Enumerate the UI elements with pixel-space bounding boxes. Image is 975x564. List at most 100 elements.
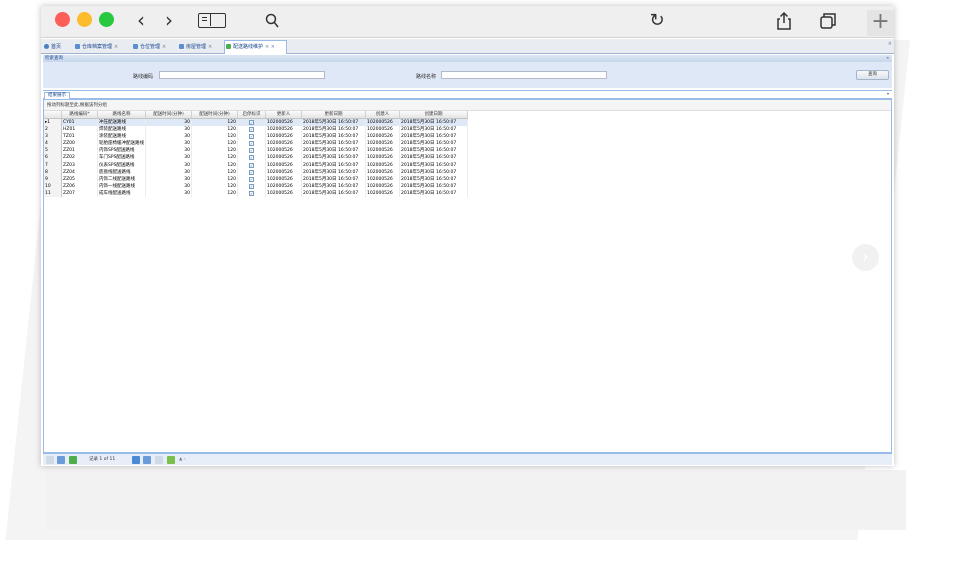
table-row[interactable]: 2 HZ01 焊装配送路线 30 120 ✓ 102000526 2018年5月30日 16:… — [44, 126, 468, 134]
cell-enabled-flag[interactable]: ✓ — [238, 168, 266, 176]
column-header-row-number[interactable] — [44, 111, 62, 118]
checkbox-icon[interactable]: ✓ — [249, 190, 254, 196]
cell-return-time: 120 — [192, 189, 238, 198]
cell-enabled-flag[interactable]: ✓ — [238, 147, 266, 155]
forward-icon[interactable]: › — [159, 10, 179, 30]
cell-updated-by: 102000526 — [266, 133, 302, 141]
checkbox-icon[interactable]: ✓ — [249, 120, 254, 125]
cell-row-number: 8 — [44, 168, 62, 176]
column-header-enabled-flag[interactable]: 启停标识 — [238, 111, 266, 118]
pager-arrows[interactable]: ▲ ‹ — [179, 457, 186, 462]
minimize-window-button[interactable] — [77, 12, 92, 27]
cell-enabled-flag[interactable]: ✓ — [238, 154, 266, 162]
tab-delivery-route[interactable]: 配送路线维护 × × — [224, 40, 287, 54]
column-header-delivery-time[interactable]: 配送时间(分钟) — [146, 111, 192, 118]
table-row[interactable]: 10 ZZ06 内饰一线配送路线 30 120 ✓ 102000526 2018年5月30日 … — [44, 182, 468, 190]
address-bar[interactable] — [259, 11, 712, 31]
prev-page-icon[interactable] — [57, 456, 65, 464]
close-window-button[interactable] — [55, 12, 70, 27]
checkbox-icon[interactable]: ✓ — [249, 162, 254, 168]
route-name-input[interactable] — [441, 71, 607, 79]
cell-updated-by: 102000526 — [266, 147, 302, 155]
table-row[interactable]: 5 ZZ01 内饰SPS配送路线 30 120 ✓ 102000526 2018年5月30日 … — [44, 147, 468, 155]
column-header-updated-date[interactable]: 更新日期 — [302, 111, 366, 118]
checkbox-icon[interactable]: ✓ — [249, 176, 254, 182]
tab-home[interactable]: 首页 — [43, 41, 72, 53]
search-button[interactable]: 查询 — [856, 70, 889, 80]
cell-enabled-flag[interactable]: ✓ — [238, 182, 266, 190]
cell-updated-date: 2018年5月30日 16:50:07 — [302, 168, 366, 176]
column-header-return-time[interactable]: 配送时间(分钟) — [192, 111, 238, 118]
checkbox-icon[interactable]: ✓ — [249, 134, 254, 140]
page-stage: ‹ › ↻ + 首页 仓库档案管理 × 仓位管理 × 房屋管理 × 配送路线维护 × ×… — [0, 0, 975, 564]
checkbox-icon[interactable]: ✓ — [249, 155, 254, 161]
tab-house-management[interactable]: 房屋管理 × — [178, 41, 222, 53]
table-row[interactable]: 11 ZZ07 成车线配送路线 30 120 ✓ 102000526 2018年5月30日 1… — [44, 189, 468, 198]
collapse-icon[interactable]: « — [886, 55, 889, 62]
table-row[interactable]: 4 ZZ00 轮胎座椅缓冲配送路线 30 120 ✓ 102000526 2018年5月30日… — [44, 140, 468, 148]
column-header-route-name[interactable]: 路线名称 — [98, 111, 146, 118]
close-all-icon[interactable]: × — [888, 41, 892, 47]
checkbox-icon[interactable]: ✓ — [249, 141, 254, 147]
column-header-route-code[interactable]: 路线编码* — [62, 111, 98, 118]
cell-enabled-flag[interactable]: ✓ — [238, 126, 266, 134]
table-row[interactable]: 8 ZZ04 底盘线配送路线 30 120 ✓ 102000526 2018年5月30日 16… — [44, 168, 468, 176]
results-panel-header: 结果展示 ▾ — [43, 90, 892, 99]
route-code-input[interactable] — [159, 71, 325, 79]
sidebar-toggle-icon[interactable] — [198, 13, 226, 28]
cell-enabled-flag[interactable]: ✓ — [238, 140, 266, 148]
close-tab-icon[interactable]: × — [208, 44, 212, 50]
app-tab-bar: 首页 仓库档案管理 × 仓位管理 × 房屋管理 × 配送路线维护 × × × — [41, 39, 894, 54]
cell-created-by: 102000526 — [366, 182, 400, 190]
tab-warehouse-archive[interactable]: 仓库档案管理 × — [74, 41, 130, 53]
cell-return-time: 120 — [192, 147, 238, 155]
cell-route-code: ZZ04 — [62, 168, 98, 176]
share-icon[interactable] — [776, 11, 792, 31]
next-screenshot-button[interactable]: › — [852, 244, 879, 271]
cell-updated-date: 2018年5月30日 16:50:07 — [302, 154, 366, 162]
cell-enabled-flag[interactable]: ✓ — [238, 133, 266, 141]
cell-created-by: 102000526 — [366, 168, 400, 176]
column-header-updated-by[interactable]: 更新人 — [266, 111, 302, 118]
new-tab-button[interactable]: + — [867, 10, 894, 36]
column-header-created-by[interactable]: 创建人 — [366, 111, 400, 118]
checkbox-icon[interactable]: ✓ — [249, 183, 254, 189]
cell-enabled-flag[interactable]: ✓ — [238, 189, 266, 198]
checkbox-icon[interactable]: ✓ — [249, 148, 254, 154]
cell-created-date: 2018年5月30日 16:50:07 — [400, 175, 468, 183]
column-header-created-date[interactable]: 创建日期 — [400, 111, 468, 118]
last-page-icon[interactable] — [143, 456, 151, 464]
table-row[interactable]: 3 TZ01 涂装配送路线 30 120 ✓ 102000526 2018年5月30日 16:… — [44, 133, 468, 141]
cell-updated-by: 102000526 — [266, 189, 302, 198]
add-record-icon[interactable] — [167, 456, 175, 464]
reload-icon[interactable]: ↻ — [647, 11, 667, 30]
table-row[interactable]: 9 ZZ05 内饰二线配送路线 30 120 ✓ 102000526 2018年5月30日 1… — [44, 175, 468, 183]
cell-created-date: 2018年5月30日 16:50:07 — [400, 161, 468, 169]
close-tab-icon[interactable]: × — [162, 44, 166, 50]
cell-route-name: 内饰二线配送路线 — [98, 175, 146, 183]
cell-created-date: 2018年5月30日 16:50:07 — [400, 154, 468, 162]
close-tab-icon[interactable]: × × — [265, 44, 275, 50]
tabs-overview-icon[interactable] — [819, 12, 837, 30]
back-icon[interactable]: ‹ — [131, 10, 151, 30]
maximize-window-button[interactable] — [99, 12, 114, 27]
dropdown-caret-icon[interactable]: ▾ — [887, 91, 889, 96]
insert-icon[interactable] — [69, 456, 77, 464]
list-icon[interactable] — [155, 456, 163, 464]
group-by-hint: 拖动列标题至此,根据该列分组 — [44, 100, 891, 111]
grid-icon — [179, 44, 184, 49]
cell-enabled-flag[interactable]: ✓ — [238, 161, 266, 169]
table-row[interactable]: 7 ZZ03 仪表SPS配送路线 30 120 ✓ 102000526 2018年5月30日 … — [44, 161, 468, 169]
next-page-icon[interactable] — [132, 456, 140, 464]
cell-enabled-flag[interactable]: ✓ — [238, 175, 266, 183]
cell-enabled-flag[interactable]: ✓ — [238, 119, 266, 127]
table-row[interactable]: 6 ZZ02 车门SPS配送路线 30 120 ✓ 102000526 2018年5月30日 … — [44, 154, 468, 162]
checkbox-icon[interactable]: ✓ — [249, 127, 254, 133]
tab-results[interactable]: 结果展示 — [44, 92, 70, 99]
close-tab-icon[interactable]: × — [114, 44, 118, 50]
checkbox-icon[interactable]: ✓ — [249, 169, 254, 175]
table-row[interactable]: ▸1 CY01 冲压配送路线 30 120 ✓ 102000526 2018年5月30日 16… — [44, 119, 468, 127]
tab-location-management[interactable]: 仓位管理 × — [132, 41, 176, 53]
first-page-icon[interactable] — [46, 456, 54, 464]
cell-delivery-time: 30 — [146, 126, 192, 134]
